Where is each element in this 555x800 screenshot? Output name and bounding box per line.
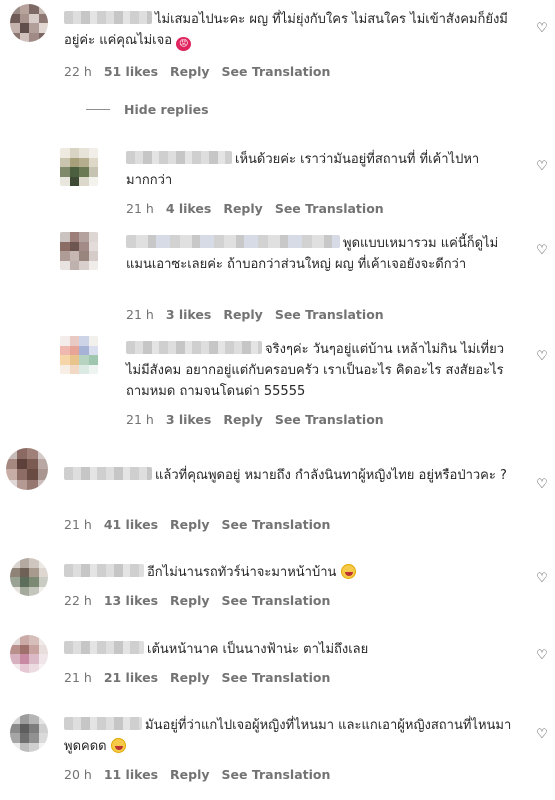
reply-button[interactable]: Reply: [170, 517, 209, 532]
username[interactable]: [64, 564, 144, 577]
username[interactable]: [126, 235, 340, 248]
reply-button[interactable]: Reply: [170, 670, 209, 685]
comment-meta: 22 h 51 likes Reply See Translation: [64, 64, 330, 79]
divider-line: [86, 109, 110, 110]
likes-count[interactable]: 11 likes: [104, 767, 158, 782]
comment-meta: 22 h 13 likes Reply See Translation: [64, 593, 330, 608]
likes-count[interactable]: 21 likes: [104, 670, 158, 685]
comment-meta: 21 h 3 likes Reply See Translation: [126, 307, 384, 322]
reply-button[interactable]: Reply: [223, 201, 262, 216]
like-heart-icon[interactable]: ♡: [535, 478, 549, 491]
timestamp: 22 h: [64, 64, 92, 79]
avatar[interactable]: [60, 232, 98, 270]
comment-meta: 20 h 11 likes Reply See Translation: [64, 767, 330, 782]
hide-replies-button[interactable]: Hide replies: [86, 102, 209, 117]
avatar[interactable]: [60, 336, 98, 374]
see-translation-button[interactable]: See Translation: [222, 670, 331, 685]
like-heart-icon[interactable]: ♡: [535, 350, 549, 363]
username[interactable]: [126, 151, 232, 164]
likes-count[interactable]: 51 likes: [104, 64, 158, 79]
avatar[interactable]: [10, 4, 48, 42]
likes-count[interactable]: 41 likes: [104, 517, 158, 532]
laughing-face-icon: [340, 564, 356, 579]
like-heart-icon[interactable]: ♡: [535, 22, 549, 35]
comment-body: อีกไม่นานรถทัวร์น่าจะมาหน้าบ้าน: [64, 562, 516, 583]
comment-body: พูดแบบเหมารวม แค่นี้ก็ดูไม่แมนเอาซะเลยค่…: [126, 233, 516, 275]
like-heart-icon[interactable]: ♡: [535, 649, 549, 662]
see-translation-button[interactable]: See Translation: [222, 517, 331, 532]
timestamp: 20 h: [64, 767, 92, 782]
username[interactable]: [64, 467, 152, 480]
timestamp: 21 h: [126, 307, 154, 322]
likes-count[interactable]: 3 likes: [166, 307, 212, 322]
see-translation-button[interactable]: See Translation: [275, 201, 384, 216]
comment-text: เต้นหน้านาค เป็นนางฟ้าน่ะ ตาไม่ถึงเลย: [147, 642, 369, 657]
username[interactable]: [64, 717, 142, 730]
likes-count[interactable]: 3 likes: [166, 412, 212, 427]
timestamp: 21 h: [126, 201, 154, 216]
timestamp: 21 h: [64, 517, 92, 532]
comment-body: เต้นหน้านาค เป็นนางฟ้าน่ะ ตาไม่ถึงเลย: [64, 639, 516, 660]
username[interactable]: [126, 341, 262, 354]
hide-replies-label: Hide replies: [124, 102, 209, 117]
reply-button[interactable]: Reply: [223, 412, 262, 427]
reply-button[interactable]: Reply: [170, 593, 209, 608]
likes-count[interactable]: 13 likes: [104, 593, 158, 608]
reply-button[interactable]: Reply: [170, 767, 209, 782]
comment-meta: 21 h 41 likes Reply See Translation: [64, 517, 330, 532]
like-heart-icon[interactable]: ♡: [535, 572, 549, 585]
likes-count[interactable]: 4 likes: [166, 201, 212, 216]
comment-meta: 21 h 3 likes Reply See Translation: [126, 412, 384, 427]
timestamp: 21 h: [126, 412, 154, 427]
comment-meta: 21 h 4 likes Reply See Translation: [126, 201, 384, 216]
laughing-face-icon: [110, 738, 126, 753]
comment-body: จริงๆค่ะ วันๆอยู่แต่บ้าน เหล้าไม่กิน ไม่…: [126, 339, 518, 402]
username[interactable]: [64, 11, 152, 24]
avatar[interactable]: [10, 635, 48, 673]
timestamp: 22 h: [64, 593, 92, 608]
comment-text: แล้วที่คุณพูดอยู่ หมายถึง กำลังนินทาผู้ห…: [155, 468, 507, 483]
username[interactable]: [64, 641, 144, 654]
see-translation-button[interactable]: See Translation: [275, 307, 384, 322]
avatar[interactable]: [6, 448, 48, 490]
see-translation-button[interactable]: See Translation: [222, 593, 331, 608]
comment-body: มันอยู่ที่ว่าแกไปเจอผู้หญิงที่ไหนมา และแ…: [64, 715, 516, 757]
avatar[interactable]: [10, 714, 48, 752]
reply-button[interactable]: Reply: [170, 64, 209, 79]
reply-button[interactable]: Reply: [223, 307, 262, 322]
comment-body: เห็นด้วยค่ะ เราว่ามันอยู่ที่สถานที่ ที่เ…: [126, 149, 516, 191]
comment-body: แล้วที่คุณพูดอยู่ หมายถึง กำลังนินทาผู้ห…: [64, 465, 516, 486]
see-translation-button[interactable]: See Translation: [275, 412, 384, 427]
comment-text: อีกไม่นานรถทัวร์น่าจะมาหน้าบ้าน: [147, 565, 337, 580]
angry-face-icon: 😡: [176, 37, 192, 51]
timestamp: 21 h: [64, 670, 92, 685]
avatar[interactable]: [60, 148, 98, 186]
comment-meta: 21 h 21 likes Reply See Translation: [64, 670, 330, 685]
like-heart-icon[interactable]: ♡: [535, 244, 549, 257]
see-translation-button[interactable]: See Translation: [222, 767, 331, 782]
like-heart-icon[interactable]: ♡: [535, 160, 549, 173]
like-heart-icon[interactable]: ♡: [535, 728, 549, 741]
avatar[interactable]: [10, 558, 48, 596]
comment-body: ไม่เสมอไปนะคะ ผญ ที่ไม่ยุ่งกับใคร ไม่สนใ…: [64, 9, 516, 51]
see-translation-button[interactable]: See Translation: [222, 64, 331, 79]
